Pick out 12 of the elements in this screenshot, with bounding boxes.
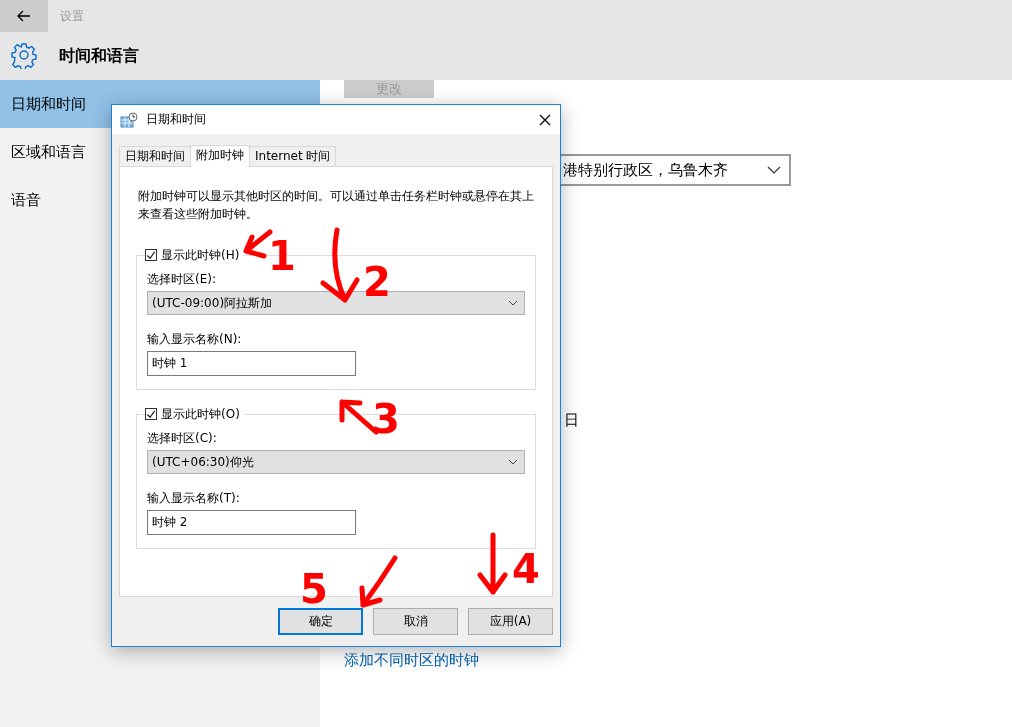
annotation-number: 3 — [372, 396, 400, 442]
field-label: 选择时区(C): — [147, 430, 217, 446]
field-label: 输入显示名称(N): — [147, 331, 242, 347]
annotation-number: 4 — [512, 546, 540, 592]
app-title: 设置 — [60, 7, 84, 25]
field-label: 选择时区(E): — [147, 271, 216, 287]
field-label: 输入显示名称(T): — [147, 490, 240, 506]
annotation-number: 1 — [268, 233, 296, 279]
dialog-title: 日期和时间 — [146, 111, 206, 128]
description-text: 附加时钟可以显示其他时区的时间。可以通过单击任务栏时钟或悬停在其上来查看这些附加时钟。 — [138, 188, 535, 223]
date-text: 日 — [564, 410, 579, 430]
page-title: 时间和语言 — [59, 45, 139, 67]
